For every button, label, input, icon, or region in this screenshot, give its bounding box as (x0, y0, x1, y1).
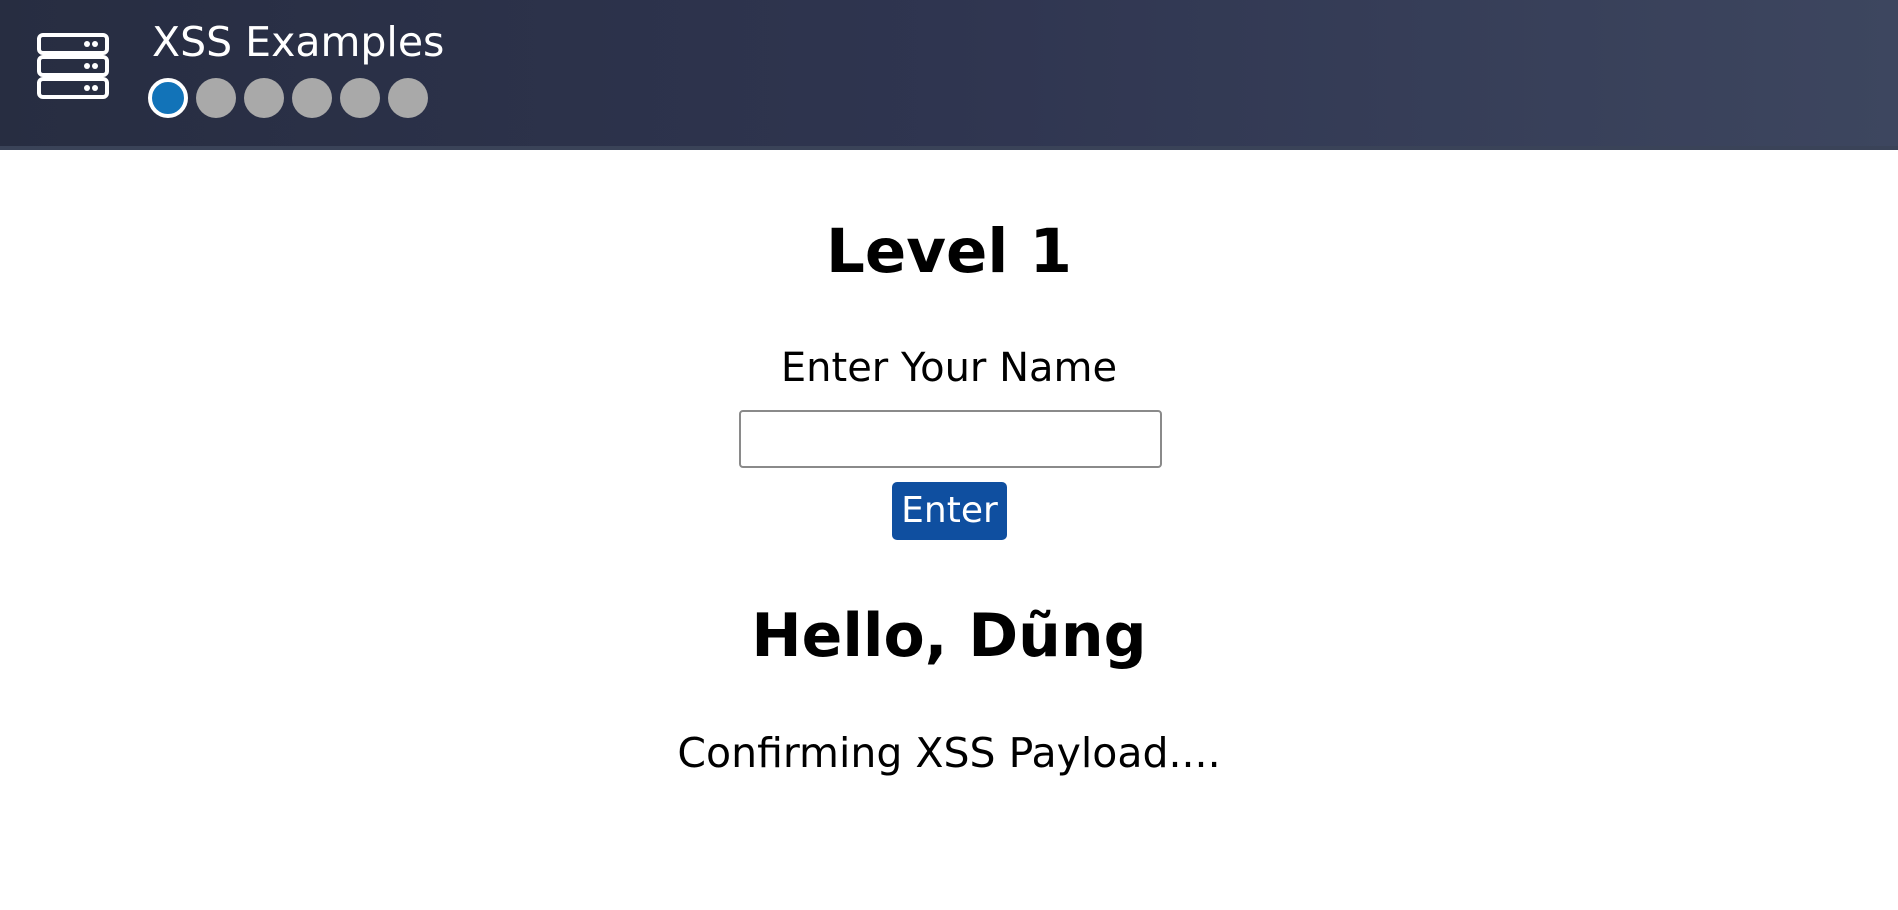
level-dot-1[interactable] (148, 78, 188, 118)
level-indicator (148, 78, 428, 118)
name-input[interactable] (739, 410, 1162, 468)
status-message: Confirming XSS Payload.... (677, 729, 1221, 777)
name-field-label: Enter Your Name (780, 345, 1118, 391)
level-dot-2[interactable] (196, 78, 236, 118)
level-dot-3[interactable] (244, 78, 284, 118)
page-title: Level 1 (826, 216, 1072, 287)
level-dot-4[interactable] (292, 78, 332, 118)
app-title: XSS Examples (152, 18, 445, 66)
top-header-bar: XSS Examples (0, 0, 1898, 150)
level-dot-5[interactable] (340, 78, 380, 118)
enter-button[interactable]: Enter (892, 482, 1007, 540)
server-stack-icon (37, 33, 109, 99)
level-dot-6[interactable] (388, 78, 428, 118)
greeting-message: Hello, Dũng (751, 601, 1147, 671)
